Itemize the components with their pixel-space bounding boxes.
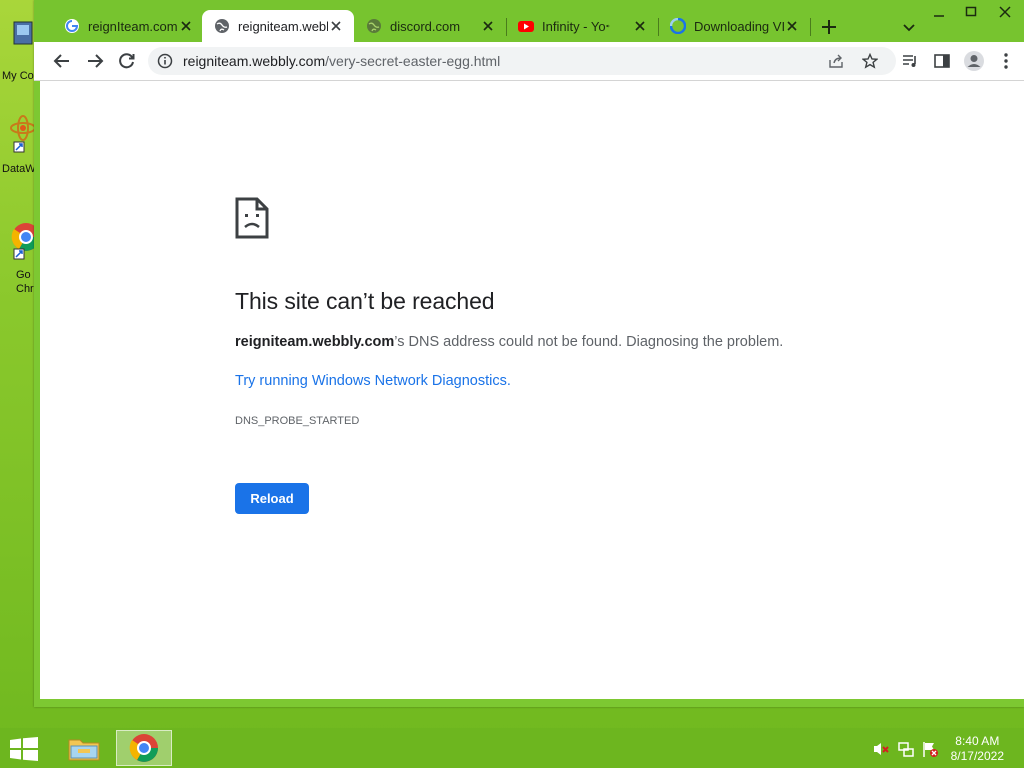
close-icon[interactable] bbox=[328, 18, 344, 34]
taskbar-chrome[interactable] bbox=[116, 730, 172, 766]
media-controls-icon[interactable] bbox=[898, 49, 922, 73]
new-tab-button[interactable] bbox=[818, 16, 840, 38]
reload-button[interactable]: Reload bbox=[235, 483, 309, 514]
desktop-icon-label: DataW bbox=[2, 163, 36, 175]
reload-icon-button[interactable] bbox=[115, 49, 139, 73]
address-url[interactable]: reigniteam.webbly.com/very-secret-easter… bbox=[183, 53, 500, 69]
taskbar: 8:40 AM 8/17/2022 bbox=[0, 728, 1024, 768]
side-panel-icon[interactable] bbox=[930, 49, 954, 73]
menu-kebab-icon[interactable] bbox=[994, 49, 1018, 73]
page-content: This site can’t be reached reigniteam.we… bbox=[40, 81, 1024, 699]
tab-discord[interactable]: discord.com bbox=[354, 10, 506, 42]
tab-downloading[interactable]: Downloading VI bbox=[658, 10, 810, 42]
tab-title: reigniteam.webb bbox=[238, 18, 328, 34]
tab-reignlteam[interactable]: reignIteam.com bbox=[52, 10, 204, 42]
tab-title: discord.com bbox=[390, 18, 461, 34]
tab-search-chevron-icon[interactable] bbox=[898, 16, 920, 38]
url-host: reigniteam.webbly.com bbox=[183, 53, 326, 69]
profile-avatar-icon[interactable] bbox=[962, 49, 986, 73]
browser-toolbar: reigniteam.webbly.com/very-secret-easter… bbox=[34, 42, 1024, 81]
error-host: reigniteam.webbly.com bbox=[235, 334, 395, 350]
tab-strip: reignIteam.com reigniteam.webb discord.c… bbox=[34, 0, 1024, 42]
google-icon bbox=[65, 19, 79, 33]
address-bar[interactable]: reigniteam.webbly.com/very-secret-easter… bbox=[148, 47, 896, 75]
browser-window: reignIteam.com reigniteam.webb discord.c… bbox=[34, 0, 1024, 707]
url-path: /very-secret-easter-egg.html bbox=[325, 53, 501, 69]
taskbar-clock[interactable]: 8:40 AM 8/17/2022 bbox=[951, 734, 1004, 764]
error-description-text: ’s DNS address could not be found. Diagn… bbox=[394, 334, 784, 350]
computer-icon bbox=[13, 21, 33, 45]
atom-icon bbox=[10, 115, 36, 153]
desktop-icon-label: My Co bbox=[2, 70, 34, 82]
loading-spinner-icon bbox=[670, 18, 686, 34]
taskbar-file-explorer[interactable] bbox=[56, 730, 112, 766]
volume-muted-icon[interactable] bbox=[872, 740, 890, 758]
close-icon[interactable] bbox=[784, 18, 800, 34]
network-icon[interactable] bbox=[897, 740, 915, 758]
error-description: reigniteam.webbly.com’s DNS address coul… bbox=[235, 334, 783, 350]
clock-time: 8:40 AM bbox=[955, 734, 1000, 748]
globe-icon bbox=[215, 19, 229, 33]
close-window-button[interactable] bbox=[988, 0, 1022, 24]
share-icon[interactable] bbox=[826, 51, 846, 71]
tab-title: Infinity - Yo bbox=[542, 18, 606, 34]
back-button[interactable] bbox=[50, 49, 74, 73]
tab-separator bbox=[810, 18, 811, 36]
folder-icon bbox=[68, 739, 100, 761]
tab-title: Downloading VI bbox=[694, 18, 784, 34]
desktop-icon-label: Go Chr bbox=[16, 269, 34, 295]
windows-start-icon[interactable] bbox=[10, 737, 38, 761]
forward-button[interactable] bbox=[83, 49, 107, 73]
clock-date: 8/17/2022 bbox=[950, 749, 1004, 763]
tab-reigniteam-active[interactable]: reigniteam.webb bbox=[202, 10, 354, 42]
sad-document-icon bbox=[235, 197, 269, 239]
network-diagnostics-link[interactable]: Try running Windows Network Diagnostics. bbox=[235, 373, 511, 389]
youtube-icon bbox=[518, 21, 534, 32]
tab-infinity-youtube[interactable]: Infinity - Yo bbox=[506, 10, 658, 42]
minimize-button[interactable] bbox=[922, 0, 956, 24]
error-title: This site can’t be reached bbox=[235, 288, 495, 314]
tab-title: reignIteam.com bbox=[88, 18, 178, 34]
close-icon[interactable] bbox=[480, 18, 496, 34]
error-code: DNS_PROBE_STARTED bbox=[235, 415, 360, 427]
close-icon[interactable] bbox=[178, 18, 194, 34]
maximize-button[interactable] bbox=[954, 0, 988, 24]
speaker-icon[interactable] bbox=[606, 19, 610, 33]
bookmark-star-icon[interactable] bbox=[860, 51, 880, 71]
info-icon[interactable] bbox=[157, 53, 173, 69]
action-center-flag-icon[interactable] bbox=[921, 740, 939, 758]
chrome-icon bbox=[129, 734, 158, 762]
close-icon[interactable] bbox=[632, 18, 648, 34]
globe-icon bbox=[367, 19, 381, 33]
